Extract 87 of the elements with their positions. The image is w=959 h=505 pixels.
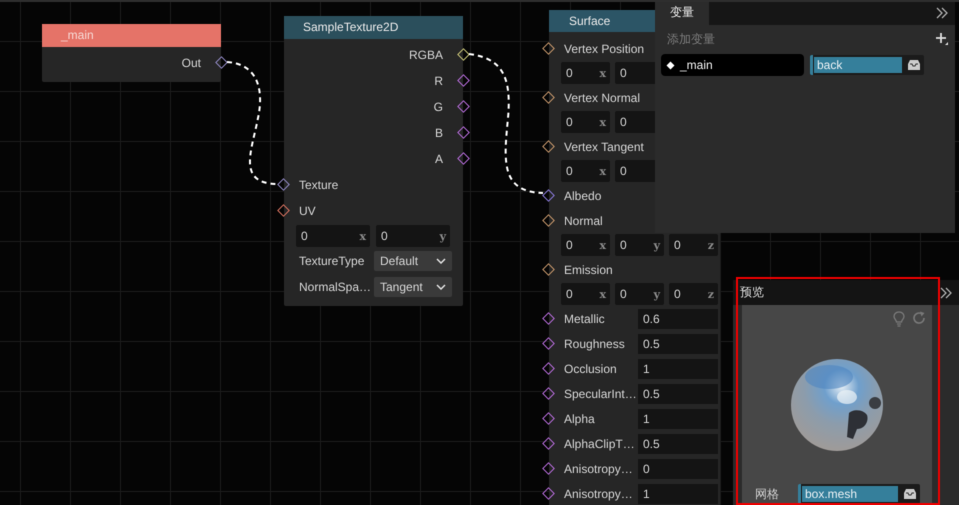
number-field[interactable]: 1 (638, 408, 718, 428)
dropdown[interactable]: Tangent (374, 277, 452, 297)
port-label: Texture (299, 178, 338, 192)
port-label: Anisotropy… (564, 486, 634, 500)
port-label: UV (299, 204, 316, 218)
number-field[interactable]: 0 (615, 111, 656, 133)
port-handle[interactable] (215, 56, 228, 69)
number-field[interactable]: 0 x (296, 225, 370, 247)
inbox-icon[interactable] (903, 488, 917, 500)
port-handle[interactable] (542, 387, 555, 400)
number-field[interactable]: 0 (615, 62, 656, 84)
port-handle[interactable] (542, 337, 555, 350)
field-label: TextureType (299, 254, 366, 268)
port-handle[interactable] (542, 263, 555, 276)
port-label: Roughness (564, 336, 626, 350)
collapse-icon[interactable] (939, 286, 953, 300)
number-field[interactable]: 0 x (561, 234, 610, 256)
number-field[interactable]: 0 y (615, 283, 664, 305)
number-field[interactable]: 0.6 (638, 308, 718, 328)
port-handle[interactable] (457, 48, 470, 61)
port-label: Emission (564, 262, 613, 276)
number-field[interactable]: 0 z (669, 283, 718, 305)
port-handle[interactable] (542, 91, 555, 104)
port-label: A (434, 152, 443, 166)
port-label: Vertex Normal (564, 90, 640, 104)
collapse-icon[interactable] (935, 6, 949, 20)
number-field[interactable]: 0.5 (638, 384, 718, 404)
port-handle[interactable] (542, 437, 555, 450)
port-handle[interactable] (542, 487, 555, 500)
port-handle[interactable] (457, 100, 470, 113)
port-handle[interactable] (277, 204, 290, 217)
port-handle[interactable] (542, 42, 555, 55)
port-label: Vertex Tangent (564, 140, 644, 154)
port-label: AlphaClipT… (564, 436, 636, 450)
panel-tab[interactable]: 变量 (655, 2, 709, 25)
type-field[interactable]: back (810, 55, 924, 75)
number-field[interactable]: 0 y (376, 225, 450, 247)
port-label: SpecularInt… (564, 386, 638, 400)
variable-name-field[interactable]: _main (661, 54, 804, 76)
add-variable-label: 添加变量 (667, 30, 715, 48)
port-label: G (434, 100, 443, 114)
number-field[interactable]: 0.5 (638, 334, 718, 354)
number-field[interactable]: 0.5 (638, 434, 718, 454)
port-handle[interactable] (542, 140, 555, 153)
number-field[interactable]: 0 z (669, 234, 718, 256)
number-field[interactable]: 0 (615, 160, 656, 182)
number-field[interactable]: 0 x (561, 160, 610, 182)
number-field[interactable]: 0 x (561, 111, 610, 133)
port-handle[interactable] (542, 362, 555, 375)
number-field[interactable]: 1 (638, 358, 718, 378)
chevron-icon (436, 258, 446, 264)
port-label: R (434, 74, 443, 88)
port-handle[interactable] (542, 214, 555, 227)
panel-title: 预览 (740, 284, 764, 301)
number-field[interactable]: 0 (638, 458, 718, 478)
port-handle[interactable] (277, 178, 290, 191)
number-field[interactable]: 0 x (561, 62, 610, 84)
diamond-icon (666, 60, 675, 70)
port-handle[interactable] (457, 126, 470, 139)
dropdown[interactable]: Default (374, 251, 452, 271)
port-label: Anisotropy… (564, 462, 634, 476)
port-handle[interactable] (542, 462, 555, 475)
port-label: RGBA (408, 48, 443, 62)
port-handle[interactable] (542, 312, 555, 325)
port-label: Vertex Position (564, 42, 644, 56)
port-label: Metallic (564, 312, 606, 326)
port-handle[interactable] (457, 74, 470, 87)
number-field[interactable]: 0 x (561, 283, 610, 305)
number-field[interactable]: 0 y (615, 234, 664, 256)
port-label: Occlusion (564, 362, 618, 376)
port-label: Alpha (564, 412, 596, 426)
port-handle[interactable] (542, 189, 555, 202)
port-handle[interactable] (542, 412, 555, 425)
add-icon[interactable] (935, 32, 949, 46)
port-label: B (434, 126, 443, 140)
node-title: SampleTexture2D (284, 16, 463, 39)
port-label: Albedo (564, 188, 602, 202)
field-label: 网格 (755, 486, 779, 502)
chevron-icon (436, 284, 446, 290)
number-field[interactable]: 1 (638, 484, 718, 504)
port-label: Normal (564, 214, 603, 228)
mesh-field[interactable]: box.mesh (798, 484, 920, 504)
port-handle[interactable] (457, 152, 470, 165)
node-title: _main (42, 24, 221, 47)
field-label: NormalSpa… (299, 280, 372, 294)
inbox-icon[interactable] (907, 59, 921, 71)
port-label: Out (182, 56, 201, 70)
